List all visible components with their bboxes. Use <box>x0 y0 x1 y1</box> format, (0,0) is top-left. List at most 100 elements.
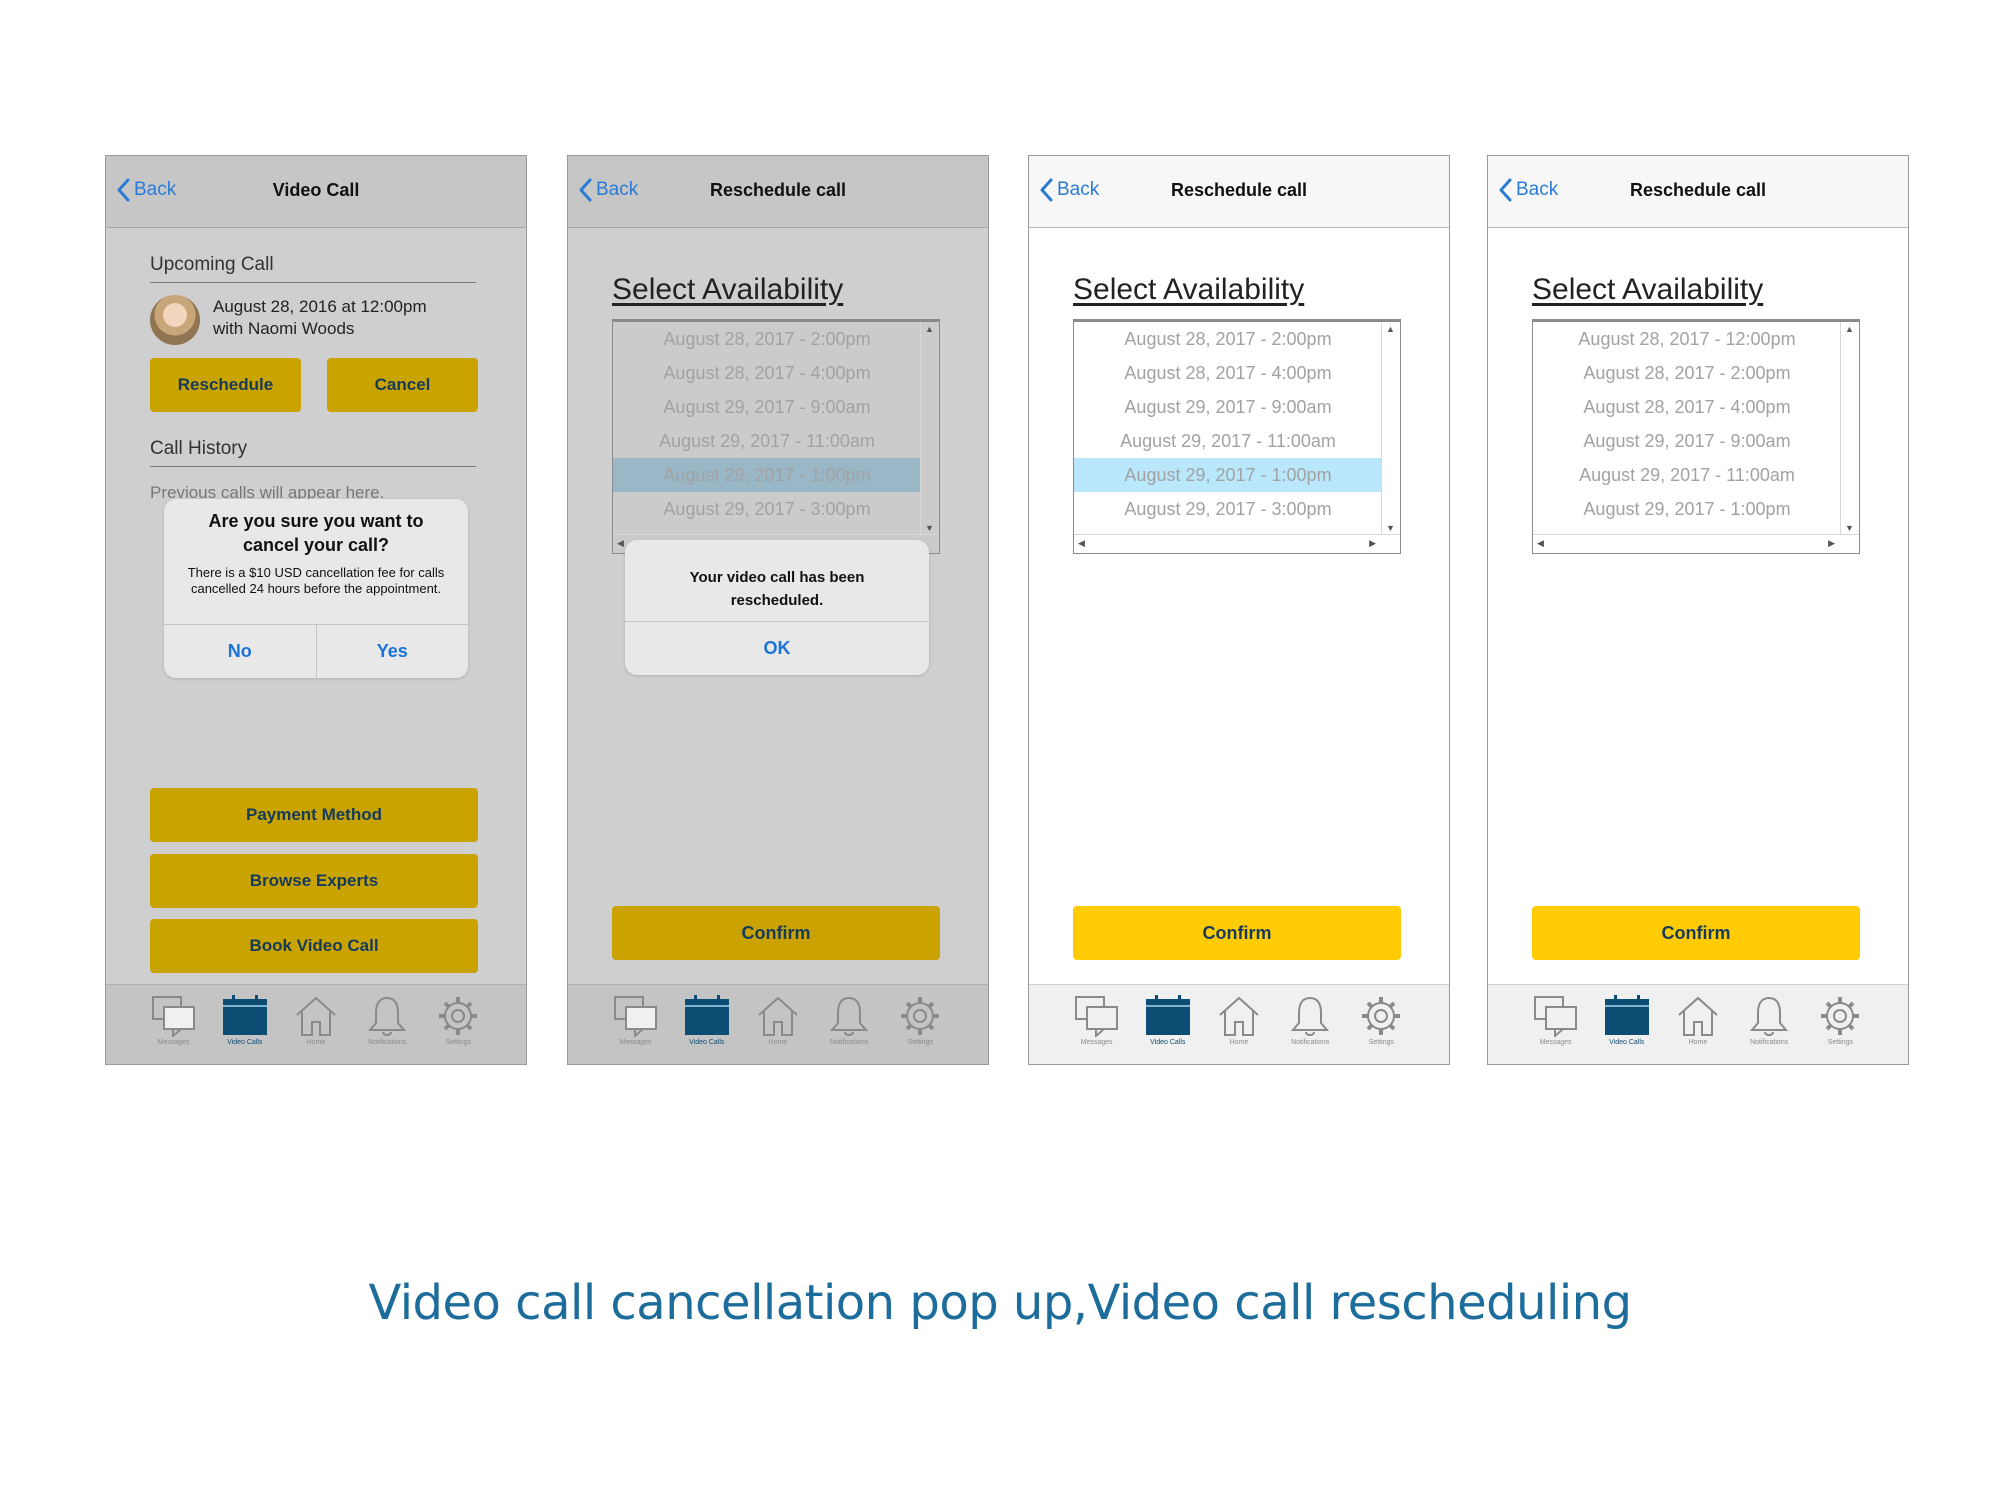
availability-slot[interactable]: August 29, 2017 - 11:00am <box>1533 458 1841 492</box>
tab-messages[interactable]: Messages <box>606 995 666 1046</box>
tab-label: Video Calls <box>1150 1039 1186 1046</box>
availability-slot[interactable]: August 28, 2017 - 4:00pm <box>613 356 921 390</box>
tab-notifications[interactable]: Notifications <box>1280 995 1340 1046</box>
confirm-button[interactable]: Confirm <box>612 906 940 960</box>
alert-message: There is a $10 USD cancellation fee for … <box>187 565 445 596</box>
tab-label: Home <box>306 1039 326 1046</box>
confirm-button[interactable]: Confirm <box>1073 906 1401 960</box>
availability-list: August 28, 2017 - 12:00pm August 28, 2017… <box>1533 322 1841 526</box>
availability-slot[interactable]: August 29, 2017 - 11:00am <box>613 424 921 458</box>
availability-slot[interactable]: August 28, 2017 - 4:00pm <box>1533 390 1841 424</box>
tab-label: Video Calls <box>689 1039 725 1046</box>
messages-icon <box>151 995 197 1037</box>
availability-slot-selected[interactable]: August 29, 2017 - 1:00pm <box>1074 458 1382 492</box>
home-icon <box>1216 995 1262 1037</box>
scroll-right-icon[interactable]: ▶ <box>1369 538 1376 549</box>
tab-notifications[interactable]: Notifications <box>357 995 417 1046</box>
scroll-down-icon[interactable]: ▼ <box>1845 523 1854 533</box>
tab-label: Messages <box>619 1039 652 1046</box>
tab-settings[interactable]: Settings <box>428 995 488 1046</box>
alert-message: Your video call has been rescheduled. <box>689 569 865 609</box>
tab-home[interactable]: Home <box>748 995 808 1046</box>
back-button[interactable]: Back <box>1039 178 1099 202</box>
calendar-icon <box>222 995 268 1037</box>
scroll-left-icon[interactable]: ◀ <box>617 538 624 549</box>
tab-settings[interactable]: Settings <box>890 995 950 1046</box>
tab-messages[interactable]: Messages <box>1067 995 1127 1046</box>
tab-video-calls[interactable]: Video Calls <box>677 995 737 1046</box>
horizontal-scrollbar[interactable]: ◀ ▶ <box>1533 534 1859 553</box>
tab-video-calls[interactable]: Video Calls <box>1597 995 1657 1046</box>
back-label: Back <box>1516 179 1559 200</box>
slide-caption: Video call cancellation pop up,Video cal… <box>368 1275 1632 1331</box>
tab-home[interactable]: Home <box>1668 995 1728 1046</box>
tab-label: Messages <box>157 1039 190 1046</box>
screen-content: Select Availability August 28, 2017 - 2:… <box>1029 228 1449 986</box>
tab-label: Home <box>1688 1039 1708 1046</box>
browse-experts-button[interactable]: Browse Experts <box>150 854 478 908</box>
gear-icon <box>1817 995 1863 1037</box>
availability-slot[interactable]: August 28, 2017 - 12:00pm <box>1533 322 1841 356</box>
reschedule-button[interactable]: Reschedule <box>150 358 301 412</box>
book-video-call-button[interactable]: Book Video Call <box>150 919 478 973</box>
tab-video-calls[interactable]: Video Calls <box>215 995 275 1046</box>
tab-home[interactable]: Home <box>1209 995 1269 1046</box>
availability-slot[interactable]: August 29, 2017 - 9:00am <box>613 390 921 424</box>
vertical-scrollbar[interactable]: ▲ ▼ <box>1381 322 1400 535</box>
phone-screen-reschedule-updated: Back Reschedule call Select Availability… <box>1487 155 1909 1065</box>
no-button[interactable]: No <box>164 625 316 678</box>
scroll-left-icon[interactable]: ◀ <box>1078 538 1085 549</box>
tab-label: Home <box>768 1039 788 1046</box>
back-button[interactable]: Back <box>116 178 176 202</box>
tab-home[interactable]: Home <box>286 995 346 1046</box>
tab-notifications[interactable]: Notifications <box>1739 995 1799 1046</box>
availability-slot[interactable]: August 28, 2017 - 4:00pm <box>1074 356 1382 390</box>
scroll-up-icon[interactable]: ▲ <box>1845 324 1854 334</box>
availability-slot[interactable]: August 29, 2017 - 3:00pm <box>1074 492 1382 526</box>
availability-slot[interactable]: August 28, 2017 - 2:00pm <box>1533 356 1841 390</box>
scroll-down-icon[interactable]: ▼ <box>925 523 934 533</box>
tab-notifications[interactable]: Notifications <box>819 995 879 1046</box>
screen-content: Select Availability August 28, 2017 - 12… <box>1488 228 1908 986</box>
availability-slot[interactable]: August 29, 2017 - 1:00pm <box>1533 492 1841 526</box>
availability-slot[interactable]: August 28, 2017 - 2:00pm <box>613 322 921 356</box>
tab-bar: Messages Video Calls Home Notifications Sett… <box>1488 984 1908 1064</box>
yes-button[interactable]: Yes <box>315 625 469 678</box>
tab-label: Settings <box>1368 1039 1394 1046</box>
call-history-header: Call History <box>150 438 476 467</box>
scroll-up-icon[interactable]: ▲ <box>1386 324 1395 334</box>
vertical-scrollbar[interactable]: ▲ ▼ <box>1840 322 1859 535</box>
back-button[interactable]: Back <box>578 178 638 202</box>
avatar <box>150 295 200 345</box>
availability-picker[interactable]: August 28, 2017 - 2:00pm August 28, 2017 … <box>1073 319 1401 554</box>
vertical-scrollbar[interactable]: ▲ ▼ <box>920 322 939 535</box>
tab-settings[interactable]: Settings <box>1351 995 1411 1046</box>
tab-messages[interactable]: Messages <box>1526 995 1586 1046</box>
ok-button[interactable]: OK <box>625 622 929 675</box>
availability-slot-selected[interactable]: August 29, 2017 - 1:00pm <box>613 458 921 492</box>
cancel-button[interactable]: Cancel <box>327 358 478 412</box>
availability-picker[interactable]: August 28, 2017 - 2:00pm August 28, 2017 … <box>612 319 940 554</box>
home-icon <box>1675 995 1721 1037</box>
availability-slot[interactable]: August 29, 2017 - 11:00am <box>1074 424 1382 458</box>
scroll-down-icon[interactable]: ▼ <box>1386 523 1395 533</box>
tab-messages[interactable]: Messages <box>144 995 204 1046</box>
chevron-left-icon <box>579 178 592 202</box>
scroll-up-icon[interactable]: ▲ <box>925 324 934 334</box>
availability-slot[interactable]: August 28, 2017 - 2:00pm <box>1074 322 1382 356</box>
payment-method-button[interactable]: Payment Method <box>150 788 478 842</box>
confirm-button[interactable]: Confirm <box>1532 906 1860 960</box>
scroll-left-icon[interactable]: ◀ <box>1537 538 1544 549</box>
screen-content: Upcoming Call August 28, 2016 at 12:00pm… <box>106 228 526 986</box>
tab-settings[interactable]: Settings <box>1810 995 1870 1046</box>
gear-icon <box>435 995 481 1037</box>
scroll-right-icon[interactable]: ▶ <box>1828 538 1835 549</box>
availability-slot[interactable]: August 29, 2017 - 3:00pm <box>613 492 921 526</box>
availability-slot[interactable]: August 29, 2017 - 9:00am <box>1074 390 1382 424</box>
horizontal-scrollbar[interactable]: ◀ ▶ <box>1074 534 1400 553</box>
tab-video-calls[interactable]: Video Calls <box>1138 995 1198 1046</box>
availability-slot[interactable]: August 29, 2017 - 9:00am <box>1533 424 1841 458</box>
back-button[interactable]: Back <box>1498 178 1558 202</box>
tab-bar: Messages Video Calls Home Notifications Sett… <box>1029 984 1449 1064</box>
availability-picker[interactable]: August 28, 2017 - 12:00pm August 28, 2017… <box>1532 319 1860 554</box>
